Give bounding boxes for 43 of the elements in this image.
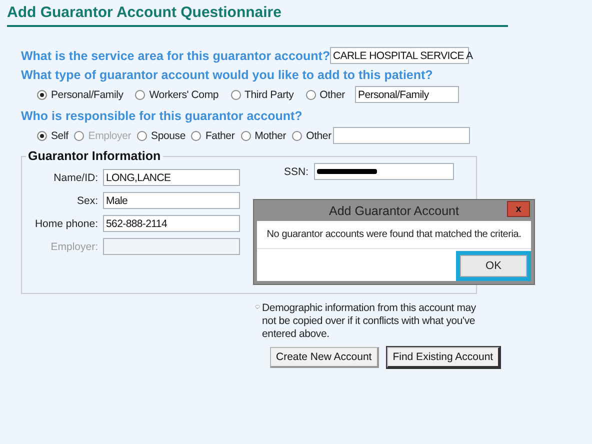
input-field[interactable]: LONG,LANCE <box>103 169 240 186</box>
input-field[interactable] <box>103 238 240 255</box>
radio-label: Personal/Family <box>51 88 124 100</box>
radio-label: Other <box>306 130 332 142</box>
dialog-title: Add Guarantor Account <box>329 204 459 218</box>
radio-button[interactable] <box>135 90 146 100</box>
ssn-field[interactable] <box>314 163 454 180</box>
field-label: Home phone: <box>34 218 98 230</box>
account-type-field[interactable]: Personal/Family <box>355 86 459 103</box>
info-note: Demographic information from this account may not be copied over if it conflicts with what you've entered above. <box>262 302 477 341</box>
action-button[interactable]: Find Existing Account <box>386 347 500 368</box>
question-text: What is the service area for this guarantor account? <box>21 48 330 62</box>
radio-label: Other <box>320 88 345 100</box>
close-button[interactable]: x <box>507 201 530 217</box>
other-field[interactable] <box>333 127 470 144</box>
radio-label: Workers' Comp <box>149 88 219 100</box>
radio-label: Third Party <box>244 88 294 100</box>
radio-label: Father <box>205 130 235 142</box>
radio-button[interactable] <box>191 130 202 140</box>
question-text: Who is responsible for this guarantor account? <box>21 109 304 123</box>
field-label: Sex: <box>76 194 98 206</box>
radio-label: Self <box>51 130 68 142</box>
field-label: Name/ID: <box>52 172 98 184</box>
radio-button[interactable] <box>37 130 47 140</box>
radio-label: Employer <box>88 130 132 142</box>
radio-button[interactable] <box>230 90 241 100</box>
action-button[interactable]: Create New Account <box>270 347 379 368</box>
group-heading: Guarantor Information <box>26 149 163 163</box>
radio-button[interactable] <box>306 90 316 100</box>
radio-label: Mother <box>254 130 286 142</box>
speech-bubble-icon <box>255 302 260 312</box>
radio-button[interactable] <box>292 130 302 140</box>
question-text: What type of guarantor account would you like to add to this patient? <box>21 68 434 82</box>
field-label: SSN: <box>284 166 309 178</box>
input-field[interactable]: Male <box>103 192 240 209</box>
radio-label: Spouse <box>151 130 186 142</box>
dialog-message: No guarantor accounts were found that matched the criteria. <box>257 221 531 248</box>
input-field[interactable]: 562-888-2114 <box>103 215 240 232</box>
radio-button[interactable] <box>240 130 251 140</box>
page-title: Add Guarantor Account Questionnaire <box>7 0 508 27</box>
radio-button[interactable] <box>137 130 148 140</box>
field-label: Employer: <box>50 240 98 252</box>
radio-button[interactable] <box>37 90 47 100</box>
